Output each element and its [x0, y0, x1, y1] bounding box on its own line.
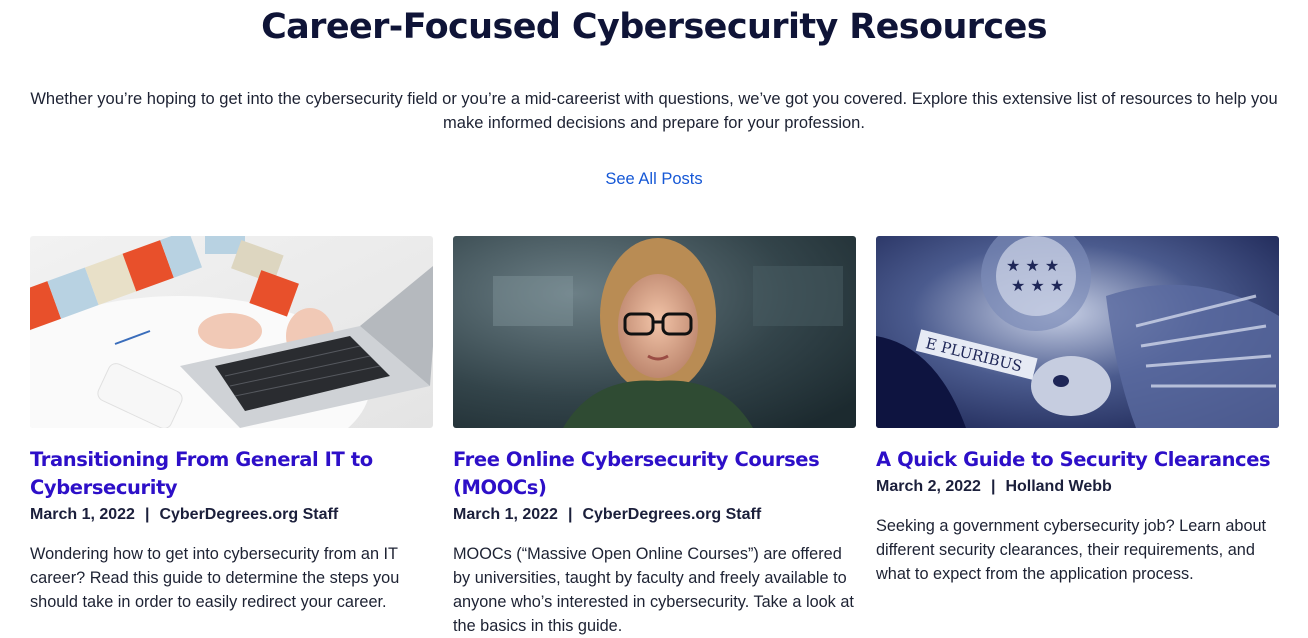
woman-with-glasses-at-screen-photo [453, 236, 856, 428]
post-author: CyberDegrees.org Staff [159, 506, 339, 523]
post-card: Transitioning From General IT to Cyberse… [30, 236, 433, 638]
post-thumbnail-laptop[interactable] [30, 236, 433, 428]
post-thumbnail-seal[interactable]: ★ ★ ★ ★ ★ ★ E PLURIBUS [876, 236, 1279, 428]
post-meta: March 1, 2022 | CyberDegrees.org Staff [30, 504, 433, 526]
post-title-link[interactable]: A Quick Guide to Security Clearances [876, 446, 1279, 474]
post-excerpt: Wondering how to get into cybersecurity … [30, 545, 400, 611]
meta-separator: | [144, 506, 150, 523]
post-date: March 1, 2022 [30, 506, 135, 523]
post-excerpt: MOOCs (“Massive Open Online Courses”) ar… [453, 545, 854, 635]
section-intro: Whether you’re hoping to get into the cy… [30, 90, 1278, 132]
svg-text:★ ★ ★: ★ ★ ★ [1006, 256, 1059, 275]
post-author: Holland Webb [1005, 478, 1112, 495]
post-date: March 1, 2022 [453, 506, 558, 523]
post-excerpt: Seeking a government cybersecurity job? … [876, 517, 1267, 583]
person-typing-on-laptop-photo [30, 236, 433, 428]
post-title-link[interactable]: Free Online Cybersecurity Courses (MOOCs… [453, 446, 856, 502]
post-meta: March 2, 2022 | Holland Webb [876, 476, 1279, 498]
meta-separator: | [567, 506, 573, 523]
see-all-posts-link[interactable]: See All Posts [554, 167, 754, 191]
post-card: ★ ★ ★ ★ ★ ★ E PLURIBUS A Quick Guide to … [876, 236, 1279, 638]
post-thumbnail-woman[interactable] [453, 236, 856, 428]
resources-section: Career-Focused Cybersecurity Resources W… [0, 0, 1308, 637]
post-date: March 2, 2022 [876, 478, 981, 495]
svg-text:★ ★ ★: ★ ★ ★ [1011, 276, 1064, 295]
post-author: CyberDegrees.org Staff [582, 506, 762, 523]
post-meta: March 1, 2022 | CyberDegrees.org Staff [453, 504, 856, 526]
post-cards: Transitioning From General IT to Cyberse… [30, 236, 1279, 638]
post-title-link[interactable]: Transitioning From General IT to Cyberse… [30, 446, 433, 502]
meta-separator: | [990, 478, 996, 495]
section-title: Career-Focused Cybersecurity Resources [261, 7, 1047, 47]
post-card: Free Online Cybersecurity Courses (MOOCs… [453, 236, 856, 638]
great-seal-eagle-photo: ★ ★ ★ ★ ★ ★ E PLURIBUS [876, 236, 1279, 428]
